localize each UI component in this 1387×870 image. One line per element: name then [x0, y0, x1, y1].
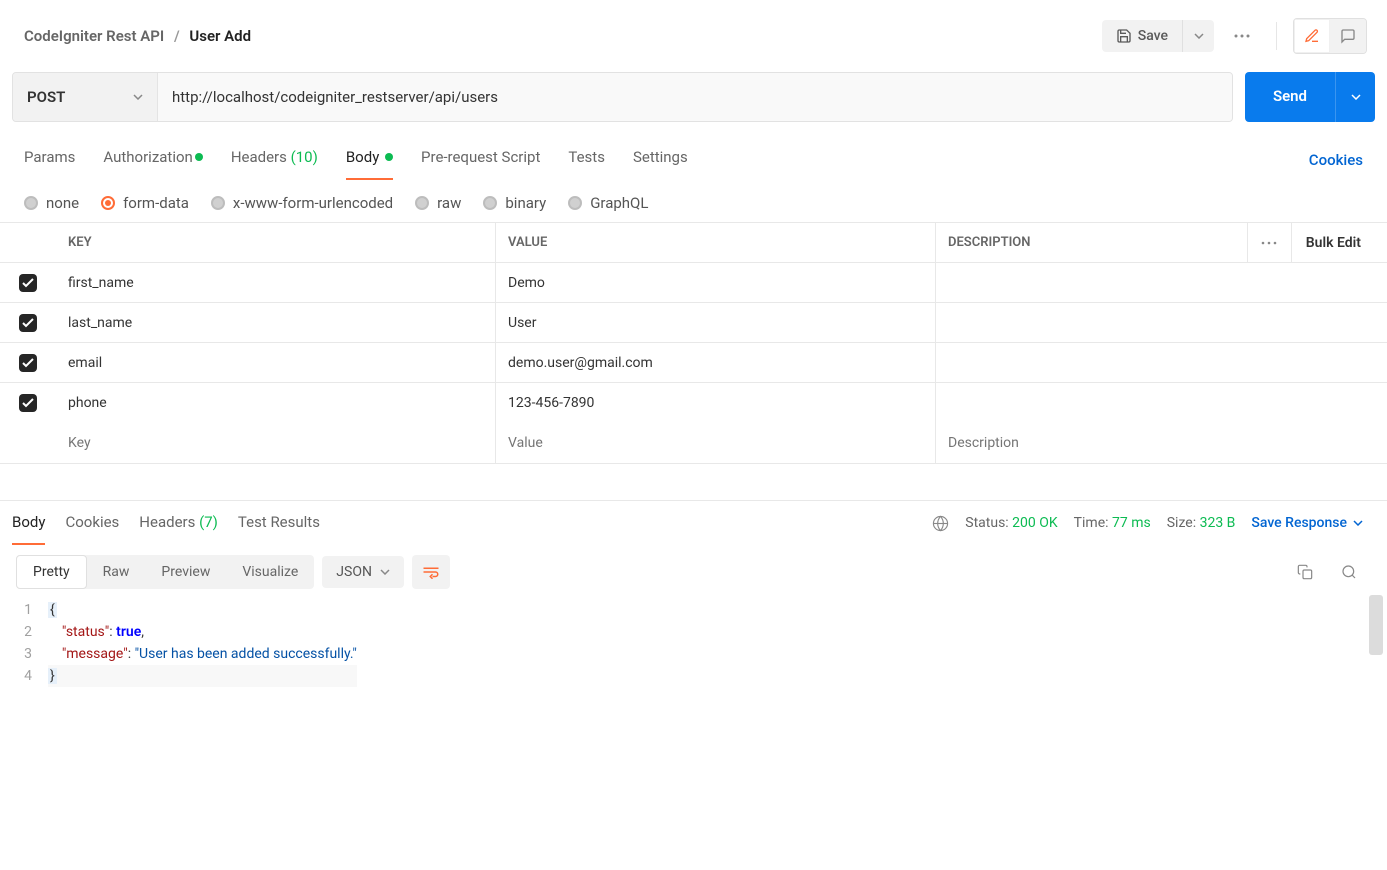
format-select[interactable]: JSON [322, 556, 404, 588]
cell-value[interactable]: Demo [496, 263, 936, 302]
table-row: email demo.user@gmail.com [0, 343, 1387, 383]
save-icon [1116, 28, 1132, 44]
row-checkbox[interactable] [19, 354, 37, 372]
save-label: Save [1138, 28, 1168, 44]
more-options-button[interactable] [1224, 18, 1260, 54]
desc-input-new[interactable] [948, 435, 1375, 451]
view-pretty[interactable]: Pretty [16, 555, 87, 589]
bulk-edit-button[interactable]: Bulk Edit [1292, 235, 1375, 251]
method-select[interactable]: POST [13, 73, 158, 121]
form-data-table: KEY VALUE DESCRIPTION Bulk Edit first_na… [0, 222, 1387, 464]
cell-desc[interactable] [936, 343, 1387, 382]
table-row: last_name User [0, 303, 1387, 343]
col-key-header: KEY [56, 223, 496, 262]
url-input[interactable] [158, 73, 1232, 121]
tab-headers[interactable]: Headers (10) [231, 140, 318, 180]
radio-icon [568, 196, 582, 210]
copy-button[interactable] [1287, 555, 1323, 589]
response-tab-test-results[interactable]: Test Results [238, 501, 320, 545]
status-block: Status: 200 OK [965, 515, 1057, 531]
cell-value[interactable]: 123-456-7890 [496, 383, 936, 423]
view-raw[interactable]: Raw [87, 555, 146, 589]
view-mode-group: Pretty Raw Preview Visualize [16, 555, 314, 589]
cell-key[interactable]: email [56, 343, 496, 382]
tab-params[interactable]: Params [24, 140, 75, 180]
table-row: phone 123-456-7890 [0, 383, 1387, 423]
table-row: first_name Demo [0, 263, 1387, 303]
scrollbar[interactable] [1369, 595, 1383, 655]
radio-icon [24, 196, 38, 210]
send-button[interactable]: Send [1245, 72, 1335, 120]
save-dropdown[interactable] [1182, 20, 1214, 52]
cell-key[interactable]: phone [56, 383, 496, 423]
col-value-header: VALUE [496, 223, 936, 262]
wrap-lines-button[interactable] [412, 555, 450, 589]
breadcrumb-sep: / [174, 27, 180, 45]
divider [1276, 22, 1277, 50]
cell-key[interactable]: last_name [56, 303, 496, 342]
cell-key[interactable]: first_name [56, 263, 496, 302]
save-group: Save [1102, 20, 1214, 52]
status-dot-icon [195, 153, 203, 161]
radio-icon [101, 196, 115, 210]
col-desc-header: DESCRIPTION [948, 235, 1030, 250]
save-button[interactable]: Save [1102, 20, 1182, 52]
body-type-binary[interactable]: binary [483, 194, 546, 212]
response-body-code[interactable]: 1 2 3 4 { "status": true, "message": "Us… [0, 595, 1387, 687]
response-tab-headers[interactable]: Headers (7) [139, 501, 218, 545]
table-more-button[interactable] [1248, 223, 1292, 262]
tab-settings[interactable]: Settings [633, 140, 688, 180]
breadcrumb-root[interactable]: CodeIgniter Rest API [24, 27, 164, 45]
view-preview[interactable]: Preview [145, 555, 226, 589]
method-label: POST [27, 88, 65, 106]
body-type-form-data[interactable]: form-data [101, 194, 189, 212]
tab-tests[interactable]: Tests [568, 140, 605, 180]
tab-prerequest[interactable]: Pre-request Script [421, 140, 540, 180]
value-input-new[interactable] [508, 435, 923, 451]
body-type-graphql[interactable]: GraphQL [568, 194, 648, 212]
tab-body[interactable]: Body [346, 140, 393, 180]
cookies-link[interactable]: Cookies [1309, 151, 1363, 169]
status-dot-icon [385, 153, 393, 161]
response-tab-cookies[interactable]: Cookies [65, 501, 119, 545]
cell-desc[interactable] [936, 303, 1387, 342]
response-tab-body[interactable]: Body [12, 501, 45, 545]
row-checkbox[interactable] [19, 314, 37, 332]
row-checkbox[interactable] [19, 394, 37, 412]
cell-desc[interactable] [936, 263, 1387, 302]
send-dropdown[interactable] [1335, 72, 1375, 122]
method-url-group: POST [12, 72, 1233, 122]
globe-icon[interactable] [932, 515, 949, 532]
chevron-down-icon [1353, 520, 1363, 526]
time-block: Time: 77 ms [1074, 515, 1151, 531]
size-block: Size: 323 B [1167, 515, 1236, 531]
radio-icon [211, 196, 225, 210]
cell-value[interactable]: User [496, 303, 936, 342]
body-type-urlencoded[interactable]: x-www-form-urlencoded [211, 194, 393, 212]
edit-icon-button[interactable] [1294, 19, 1330, 53]
radio-icon [483, 196, 497, 210]
view-visualize[interactable]: Visualize [226, 555, 314, 589]
cell-desc[interactable] [936, 383, 1387, 423]
breadcrumb-current[interactable]: User Add [189, 27, 251, 45]
cell-value[interactable]: demo.user@gmail.com [496, 343, 936, 382]
row-checkbox[interactable] [19, 274, 37, 292]
tab-authorization[interactable]: Authorization [103, 140, 202, 180]
breadcrumb: CodeIgniter Rest API / User Add [24, 27, 251, 45]
chevron-down-icon [133, 94, 143, 100]
save-response-button[interactable]: Save Response [1251, 515, 1363, 531]
search-button[interactable] [1331, 555, 1367, 589]
body-type-raw[interactable]: raw [415, 194, 461, 212]
body-type-none[interactable]: none [24, 194, 79, 212]
key-input-new[interactable] [68, 435, 483, 451]
radio-icon [415, 196, 429, 210]
chevron-down-icon [380, 569, 390, 575]
comment-icon-button[interactable] [1330, 19, 1366, 53]
